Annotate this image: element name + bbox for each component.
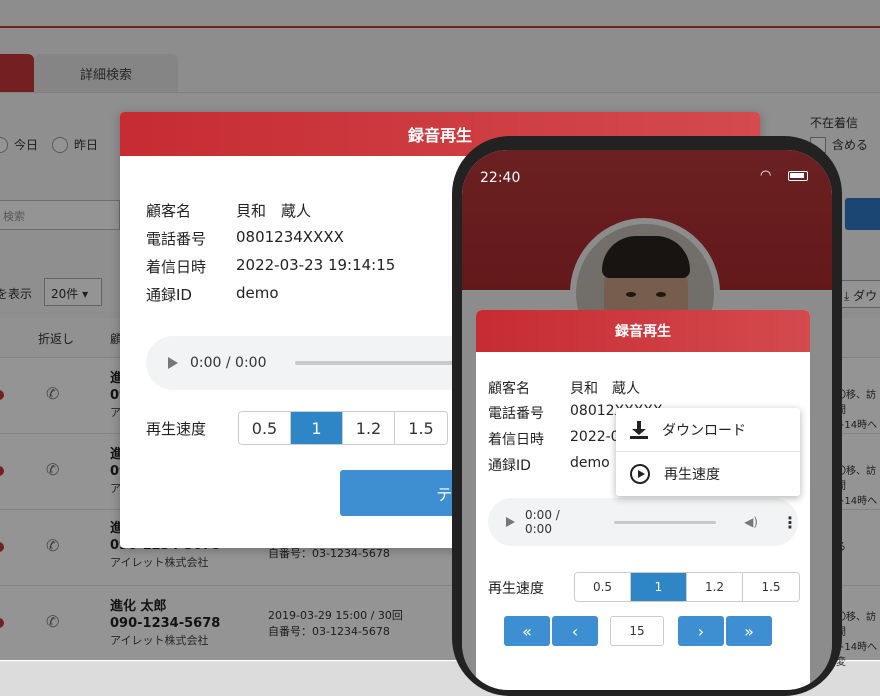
speed-label: 再生速度 [146, 420, 207, 438]
battery-icon [788, 171, 808, 181]
download-icon [630, 420, 648, 439]
menu-item-download[interactable]: ダウンロード [616, 408, 800, 452]
page-number-input[interactable]: 15 [610, 616, 664, 646]
field-recording-id: 通録ID demo [488, 455, 610, 474]
play-circle-icon [630, 464, 650, 484]
audio-seek-bar[interactable] [294, 361, 475, 365]
speed-option[interactable]: 1.2 [343, 412, 395, 444]
speed-option-selected[interactable]: 1 [631, 573, 687, 601]
speed-option[interactable]: 1.5 [395, 412, 447, 444]
field-call-datetime: 着信日時 2022-03-23 19:14:15 [146, 256, 396, 276]
phone-audio-player[interactable]: 0:00 / 0:00 ◀) ⋮ [488, 498, 798, 546]
speed-selector: 0.5 1 1.2 1.5 [238, 411, 448, 445]
speed-option[interactable]: 0.5 [239, 412, 291, 444]
options-menu: ダウンロード 再生速度 [616, 408, 800, 496]
phone-playback-modal: 録音再生 顧客名貝和 蔵人 電話番号08012XXXXX 着信日時2022-0 … [476, 310, 810, 690]
field-customer-name: 顧客名 貝和 蔵人 [146, 202, 312, 220]
audio-time: 0:00 / 0:00 [525, 508, 560, 536]
field-customer-name: 顧客名 貝和 蔵人 [488, 381, 640, 397]
first-page-button[interactable]: « [504, 616, 550, 646]
phone-screen: 22:40 ◠ 録音再生 顧客名貝和 蔵人 電話番号08012XXXXX 着信日… [462, 150, 832, 690]
speed-option[interactable]: 0.5 [575, 573, 631, 601]
speed-option[interactable]: 1.5 [743, 573, 799, 601]
wifi-icon: ◠ [760, 168, 772, 183]
status-time: 22:40 [480, 170, 521, 186]
phone-speed-selector: 0.5 1 1.2 1.5 [574, 572, 800, 602]
phone-modal-title: 録音再生 [476, 310, 810, 352]
audio-seek-bar[interactable] [613, 520, 717, 524]
audio-time: 0:00 / 0:00 [190, 355, 267, 371]
prev-page-button[interactable]: ‹ [552, 616, 598, 646]
field-phone-number: 電話番号 0801234XXXX [146, 228, 344, 248]
speed-option[interactable]: 1.2 [687, 573, 743, 601]
next-page-button[interactable]: › [678, 616, 724, 646]
play-icon[interactable] [506, 517, 515, 527]
volume-icon[interactable]: ◀) [744, 515, 758, 529]
speed-option-selected[interactable]: 1 [291, 412, 343, 444]
field-call-datetime: 着信日時 2022-0 [488, 429, 620, 448]
field-recording-id: 通録ID demo [146, 284, 279, 304]
last-page-button[interactable]: » [726, 616, 772, 646]
more-options-icon[interactable]: ⋮ [782, 513, 798, 532]
menu-item-playback-speed[interactable]: 再生速度 [616, 452, 800, 496]
speed-label: 再生速度 [488, 581, 544, 597]
play-icon[interactable] [168, 357, 178, 369]
